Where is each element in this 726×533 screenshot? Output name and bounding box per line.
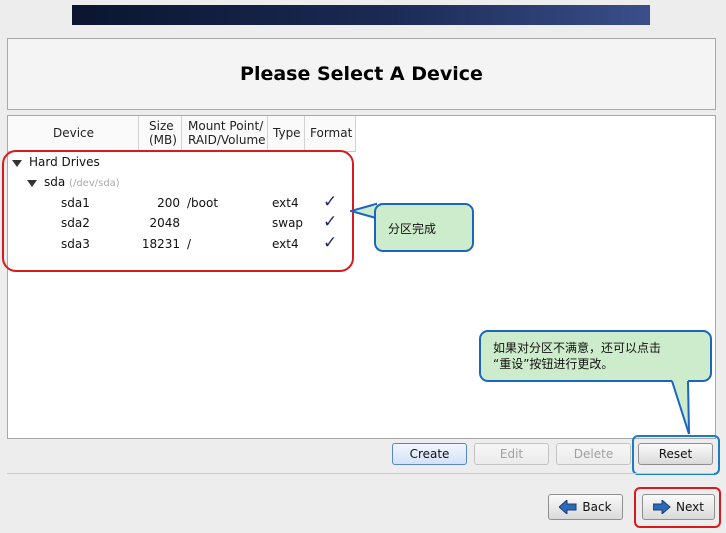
back-button[interactable]: Back	[548, 494, 623, 520]
back-label: Back	[582, 500, 612, 514]
next-highlight	[634, 487, 721, 528]
column-header-device[interactable]: Device	[8, 116, 139, 151]
page-title: Please Select A Device	[240, 63, 483, 85]
edit-button[interactable]: Edit	[474, 443, 549, 465]
reset-highlight	[632, 435, 720, 475]
partition-done-callout: 分区完成	[374, 203, 474, 252]
reset-hint-callout: 如果对分区不满意，还可以点击 “重设”按钮进行更改。	[479, 330, 712, 382]
delete-button[interactable]: Delete	[556, 443, 631, 465]
column-header-size[interactable]: Size (MB)	[139, 116, 182, 151]
header-banner	[72, 5, 650, 25]
table-header: Device Size (MB) Mount Point/ RAID/Volum…	[8, 116, 356, 152]
title-panel: Please Select A Device	[7, 38, 716, 110]
column-header-type[interactable]: Type	[268, 116, 305, 151]
arrow-left-icon	[559, 500, 577, 514]
separator	[7, 473, 714, 474]
reset-callout-pointer	[671, 380, 690, 435]
column-header-mount[interactable]: Mount Point/ RAID/Volume	[182, 116, 268, 151]
create-button[interactable]: Create	[392, 443, 467, 465]
column-header-format[interactable]: Format	[305, 116, 356, 151]
partition-highlight	[2, 150, 354, 272]
